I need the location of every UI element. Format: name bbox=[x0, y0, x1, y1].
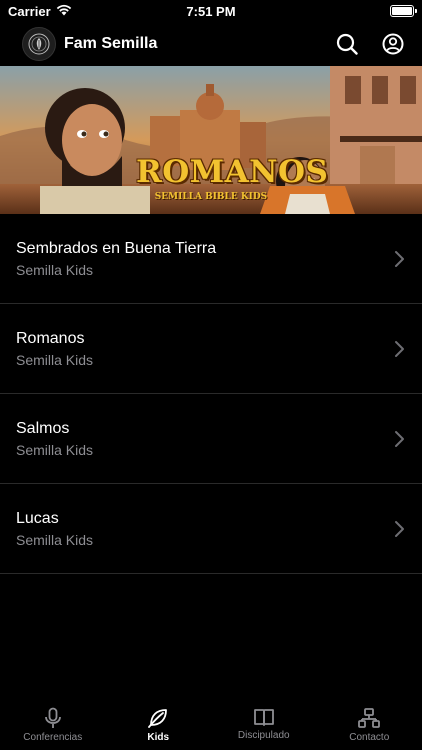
list-item[interactable]: Salmos Semilla Kids bbox=[0, 394, 422, 484]
chevron-right-icon bbox=[395, 520, 404, 537]
list-item-text: Lucas Semilla Kids bbox=[16, 510, 394, 548]
battery-icon bbox=[390, 5, 417, 17]
tab-label: Kids bbox=[147, 732, 170, 743]
list-item-text: Salmos Semilla Kids bbox=[16, 420, 394, 458]
chevron-right-icon bbox=[395, 430, 404, 447]
tab-bar: Conferencias Kids Discipulado Contacto bbox=[0, 700, 422, 750]
search-button[interactable] bbox=[334, 31, 360, 57]
chevron-right-icon bbox=[395, 340, 404, 357]
list-item-subtitle: Semilla Kids bbox=[16, 441, 94, 458]
carrier-label: Carrier bbox=[8, 3, 51, 19]
network-icon bbox=[358, 708, 381, 728]
tab-label: Conferencias bbox=[23, 732, 83, 743]
list-item-text: Romanos Semilla Kids bbox=[16, 330, 394, 368]
tab-label: Contacto bbox=[349, 732, 390, 743]
list-item[interactable]: Romanos Semilla Kids bbox=[0, 304, 422, 394]
chevron-right-icon bbox=[395, 250, 404, 267]
nav-bar: Fam Semilla bbox=[0, 22, 422, 66]
leaf-icon bbox=[148, 709, 168, 728]
list-item-text: Sembrados en Buena Tierra Semilla Kids bbox=[16, 240, 394, 278]
tab-contacto[interactable]: Contacto bbox=[317, 700, 422, 750]
banner-subtitle: SEMILLA BIBLE KIDS bbox=[154, 192, 268, 202]
banner-image[interactable]: ROMANOS SEMILLA BIBLE KIDS bbox=[0, 66, 422, 214]
tab-conferencias[interactable]: Conferencias bbox=[0, 700, 106, 750]
search-icon bbox=[336, 33, 358, 55]
microphone-icon bbox=[44, 707, 61, 728]
seed-emblem-icon bbox=[28, 33, 50, 55]
app-title: Fam Semilla bbox=[64, 35, 158, 52]
profile-button[interactable] bbox=[380, 31, 406, 57]
list-item[interactable]: Sembrados en Buena Tierra Semilla Kids bbox=[0, 214, 422, 304]
list-item-title: Romanos bbox=[16, 329, 85, 347]
wifi-icon bbox=[56, 4, 72, 19]
list-item-title: Salmos bbox=[16, 419, 70, 437]
list-item-subtitle: Semilla Kids bbox=[16, 351, 94, 368]
app-logo bbox=[22, 27, 56, 61]
book-icon bbox=[253, 709, 274, 726]
list-item-title: Sembrados en Buena Tierra bbox=[16, 239, 217, 257]
list-item-subtitle: Semilla Kids bbox=[16, 261, 94, 278]
series-list: Sembrados en Buena Tierra Semilla Kids R… bbox=[0, 214, 422, 574]
list-item-subtitle: Semilla Kids bbox=[16, 531, 94, 548]
list-item-title: Lucas bbox=[16, 509, 59, 527]
tab-discipulado[interactable]: Discipulado bbox=[211, 700, 317, 750]
status-bar: Carrier 7:51 PM bbox=[0, 0, 422, 22]
banner-title: ROMANOS bbox=[136, 154, 329, 190]
nav-actions bbox=[334, 31, 406, 57]
tab-kids[interactable]: Kids bbox=[106, 700, 212, 750]
status-left: Carrier bbox=[8, 4, 72, 19]
user-circle-icon bbox=[382, 33, 404, 55]
list-item[interactable]: Lucas Semilla Kids bbox=[0, 484, 422, 574]
tab-label: Discipulado bbox=[237, 730, 290, 741]
app-screen: Carrier 7:51 PM Fam Semilla ROMANOS SEMI… bbox=[0, 0, 422, 750]
